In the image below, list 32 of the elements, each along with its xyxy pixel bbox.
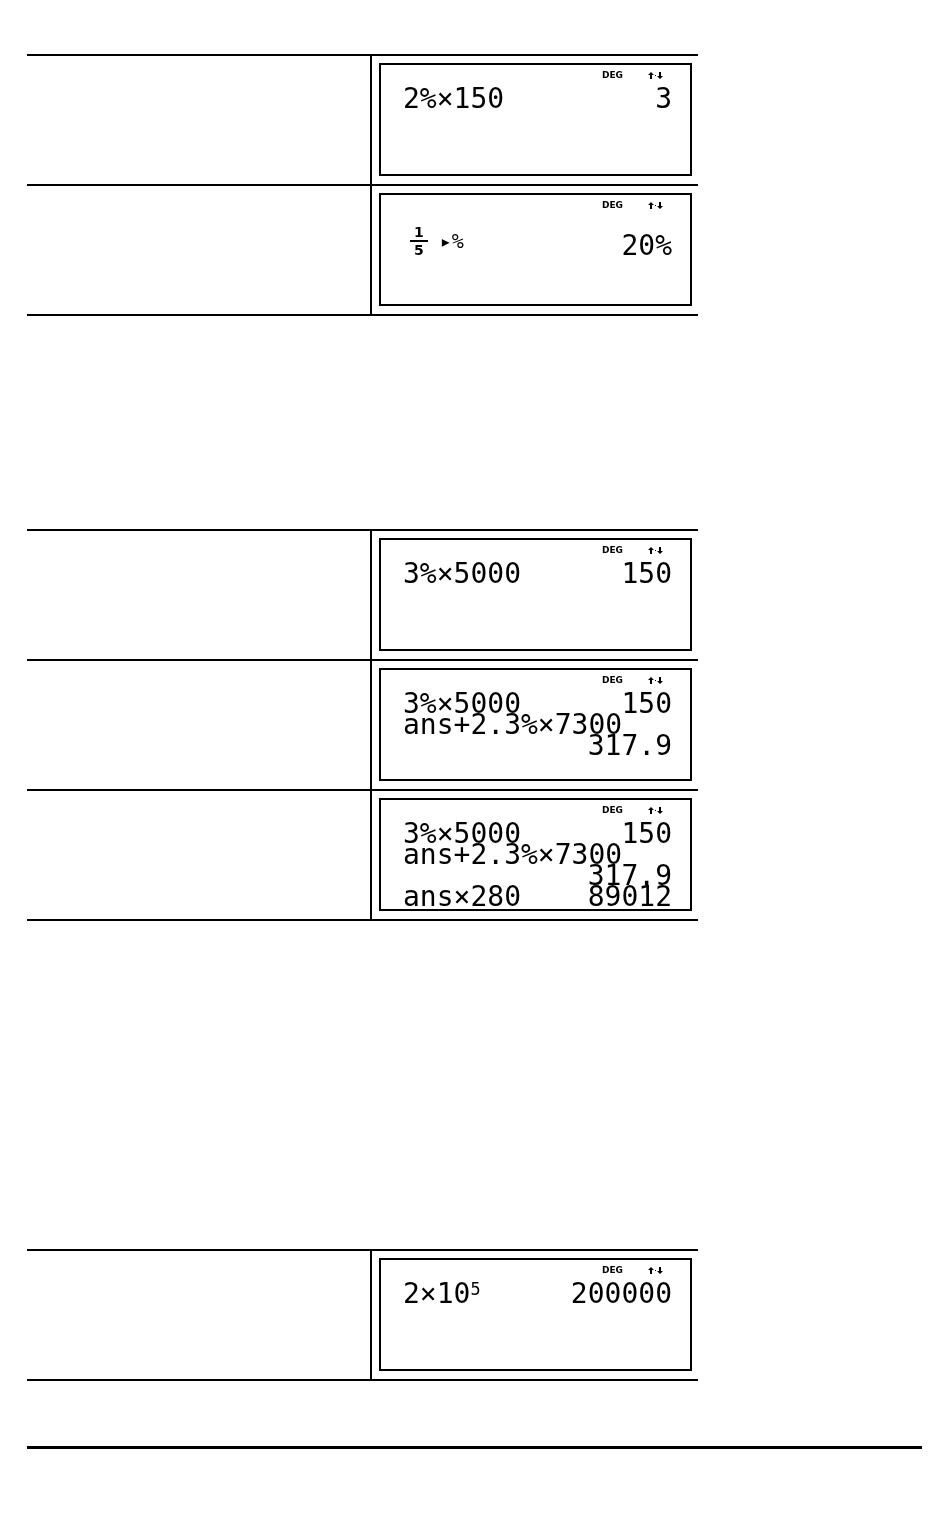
calculator-expression: ans+2.3%×7300 [403,844,623,865]
scroll-arrows-icon [648,546,663,554]
angle-mode-indicator: DEG [602,1265,623,1275]
angle-mode-indicator: DEG [602,200,623,210]
calculator-expression: 3%×5000 [403,823,521,844]
scroll-arrows-icon [648,676,663,684]
angle-mode-indicator: DEG [602,675,623,685]
scroll-arrows-icon [648,71,663,79]
calculator-expression: ans×280 [403,886,521,907]
calculator-expression: 2×10$^{5}$ [403,1283,481,1304]
scroll-arrows-icon [648,201,663,209]
calculator-expression: ans+2.3%×7300 [403,714,623,735]
calculator-expression: 2%×150 [403,88,505,109]
calculator-result: 317.9 [587,865,672,886]
calculator-result: 3 [655,88,672,109]
calculator-result: 150 [621,563,672,584]
angle-mode-indicator: DEG [602,70,623,80]
angle-mode-indicator: DEG [602,545,623,555]
calculator-expression: 3%×5000 [403,563,521,584]
scroll-arrows-icon [648,1266,663,1274]
calculator-result: 200000 [570,1283,672,1304]
calculator-expression: 3%×5000 [403,693,521,714]
calculator-result: 150 [621,823,672,844]
calculator-result: 89012 [587,886,672,907]
scroll-arrows-icon [648,806,663,814]
angle-mode-indicator: DEG [602,805,623,815]
conversion-operator: ▸% [439,231,464,251]
calculator-result: 317.9 [587,735,672,756]
fraction-denominator: 5 [414,242,424,256]
calculator-result: 20% [621,235,672,256]
calculator-result: 150 [621,693,672,714]
fraction-numerator: 1 [410,226,428,242]
